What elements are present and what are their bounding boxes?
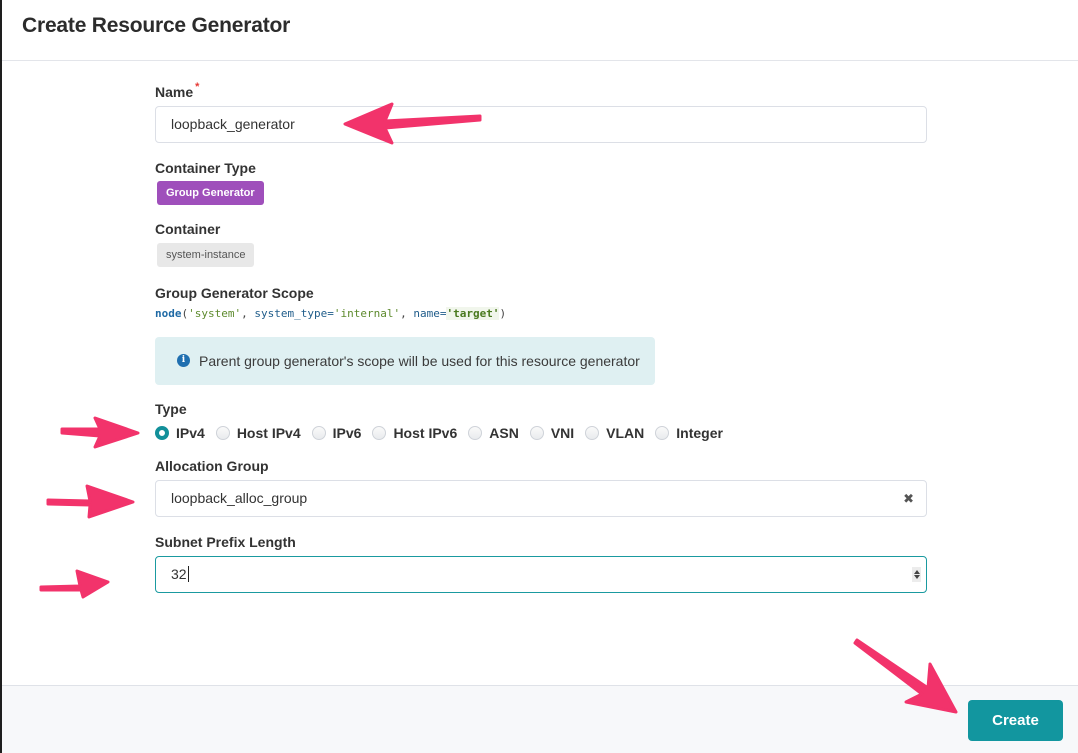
type-radio-group: IPv4 Host IPv4 IPv6 Host IPv6 ASN VNI VL…: [155, 424, 734, 442]
name-label-text: Name: [155, 84, 194, 100]
dialog-title: Create Resource Generator: [22, 14, 291, 37]
subnet-prefix-length-value: 32: [171, 566, 187, 582]
radio-button-checked[interactable]: [155, 426, 169, 440]
name-input-value: loopback_generator: [171, 116, 295, 132]
arrow-icon: [60, 416, 140, 449]
scope-info-alert: i Parent group generator's scope will be …: [155, 337, 655, 385]
scope-expression: node('system', system_type='internal', n…: [155, 307, 506, 320]
name-label: Name *: [155, 81, 200, 100]
container-badge: system-instance: [157, 243, 255, 267]
radio-label: Integer: [676, 425, 723, 441]
code-sep: ,: [400, 307, 414, 320]
subnet-prefix-length-input[interactable]: 32: [155, 556, 927, 593]
arrow-icon: [46, 484, 135, 519]
code-arg-target: 'target': [446, 307, 500, 320]
radio-vni[interactable]: VNI: [529, 425, 575, 441]
dialog-footer: [2, 685, 1078, 753]
create-button[interactable]: Create: [968, 700, 1063, 741]
code-arg-internal: 'internal': [333, 307, 401, 320]
radio-label: Host IPv6: [393, 425, 458, 441]
radio-vlan[interactable]: VLAN: [585, 425, 644, 441]
spinner-down-icon[interactable]: [913, 575, 920, 579]
container-label: Container: [155, 221, 221, 237]
allocation-group-label: Allocation Group: [155, 458, 269, 474]
arrow-icon: [39, 569, 110, 599]
radio-button[interactable]: [585, 426, 600, 440]
radio-label: Host IPv4: [236, 425, 301, 441]
radio-button[interactable]: [311, 426, 326, 440]
spinner-up-icon[interactable]: [913, 570, 920, 574]
radio-asn[interactable]: ASN: [468, 425, 519, 441]
radio-button[interactable]: [372, 426, 387, 440]
radio-label: IPv6: [332, 425, 362, 441]
radio-button[interactable]: [215, 426, 230, 440]
radio-label: VNI: [550, 425, 575, 441]
number-spinner[interactable]: [912, 567, 921, 582]
radio-label: VLAN: [606, 425, 645, 441]
radio-ipv4[interactable]: IPv4: [155, 425, 205, 441]
allocation-group-value: loopback_alloc_group: [171, 490, 308, 506]
info-circle-icon: i: [177, 353, 190, 367]
scope-label: Group Generator Scope: [155, 285, 314, 301]
type-label: Type: [155, 401, 187, 417]
subnet-prefix-length-label: Subnet Prefix Length: [155, 534, 296, 550]
name-input[interactable]: loopback_generator: [155, 106, 927, 143]
radio-host-ipv4[interactable]: Host IPv4: [215, 425, 301, 441]
code-kw-system-type: system_type=: [254, 307, 334, 320]
code-function: node: [155, 307, 182, 320]
code-paren-close: ): [499, 307, 507, 320]
code-sep: ,: [241, 307, 255, 320]
window-edge: [0, 0, 2, 753]
allocation-group-select[interactable]: loopback_alloc_group ✖: [155, 480, 927, 517]
radio-label: ASN: [489, 425, 519, 441]
required-mark: *: [195, 81, 200, 93]
radio-button[interactable]: [529, 426, 544, 440]
container-type-label: Container Type: [155, 160, 256, 176]
radio-host-ipv6[interactable]: Host IPv6: [372, 425, 457, 441]
container-type-badge: Group Generator: [157, 181, 264, 205]
radio-button[interactable]: [655, 426, 670, 440]
info-text: Parent group generator's scope will be u…: [199, 353, 640, 369]
code-arg-system: 'system': [188, 307, 242, 320]
code-kw-name: name=: [413, 307, 447, 320]
radio-button[interactable]: [468, 426, 483, 440]
radio-label: IPv4: [176, 425, 205, 441]
radio-ipv6[interactable]: IPv6: [311, 425, 362, 441]
text-cursor: [187, 566, 189, 583]
radio-integer[interactable]: Integer: [655, 425, 723, 441]
close-x-icon[interactable]: ✖: [903, 481, 914, 516]
dialog-header: Create Resource Generator: [2, 0, 1078, 61]
